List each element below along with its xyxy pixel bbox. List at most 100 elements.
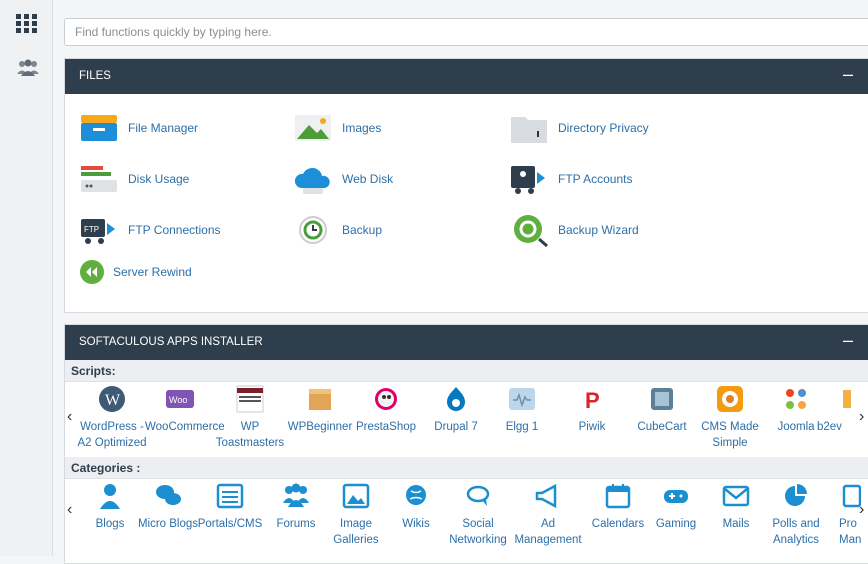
backup-icon: [299, 216, 327, 244]
script-label: PrestaShop: [355, 421, 417, 433]
script-label: WP Toastmasters: [215, 421, 285, 449]
megaphone-icon: [535, 483, 557, 509]
categories-prev-arrow[interactable]: ‹: [67, 501, 72, 519]
svg-text:W: W: [105, 392, 121, 409]
elgg-icon: [509, 388, 535, 410]
category-label: Social Networking: [449, 518, 507, 546]
folder-lock-icon: [511, 117, 547, 143]
script-label: WordPress - A2 Optimized: [77, 421, 147, 449]
softaculous-panel-header[interactable]: SOFTACULOUS APPS INSTALLER –: [65, 325, 868, 360]
wordpress-icon: W: [99, 386, 125, 412]
file-manager-label: File Manager: [128, 121, 199, 135]
globe-icon: [406, 485, 426, 505]
script-drupal[interactable]: Drupal 7: [421, 382, 491, 435]
collapse-icon[interactable]: –: [843, 330, 853, 351]
script-prestashop[interactable]: PrestaShop: [351, 382, 421, 435]
ftp-accounts-icon: [511, 166, 545, 194]
cubecart-icon: [651, 388, 673, 410]
category-project-management[interactable]: Pro Manag: [821, 481, 861, 548]
users-icon[interactable]: [16, 56, 40, 80]
category-label: Wikis: [402, 518, 430, 530]
script-label: Piwik: [578, 421, 606, 433]
softaculous-title: SOFTACULOUS APPS INSTALLER: [79, 336, 263, 348]
svg-text:P: P: [585, 388, 600, 413]
script-label: CMS Made Simple: [701, 421, 759, 449]
directory-privacy-label: Directory Privacy: [558, 121, 649, 135]
group-icon: [283, 483, 309, 507]
svg-text:FTP: FTP: [84, 225, 99, 234]
script-elgg[interactable]: Elgg 1: [487, 382, 557, 435]
script-label: b2ev: [817, 421, 842, 433]
joomla-icon: [786, 389, 806, 409]
backup-link[interactable]: Backup: [293, 213, 382, 247]
category-wikis[interactable]: Wikis: [381, 481, 451, 532]
script-woocommerce[interactable]: Woo WooCommerce: [145, 382, 225, 435]
pie-chart-icon: [785, 484, 807, 506]
backup-label: Backup: [342, 223, 383, 237]
wpbeginner-icon: [309, 389, 331, 410]
cloud-disk-icon: [294, 167, 330, 194]
category-label: Micro Blogs: [137, 518, 199, 530]
files-panel: FILES – File Manager Images Directory Pr…: [64, 58, 868, 313]
disk-usage-label: Disk Usage: [128, 172, 190, 186]
search-input[interactable]: Find functions quickly by typing here.: [64, 18, 868, 46]
script-cms-made-simple[interactable]: CMS Made Simple: [695, 382, 765, 451]
images-link[interactable]: Images: [293, 111, 381, 145]
piwik-icon: P: [585, 388, 600, 413]
category-micro-blogs[interactable]: Micro Blogs: [133, 481, 203, 532]
gamepad-icon: [664, 490, 688, 503]
svg-text:Woo: Woo: [169, 395, 187, 405]
toastmasters-icon: [236, 385, 264, 413]
script-wordpress[interactable]: W WordPress - A2 Optimized: [77, 382, 147, 451]
category-social-networking[interactable]: Social Networking: [443, 481, 513, 548]
script-label: Drupal 7: [434, 421, 478, 433]
calendar-icon: [605, 484, 631, 509]
scripts-next-arrow[interactable]: ›: [859, 408, 864, 426]
picture-icon: [342, 483, 370, 509]
script-cubecart[interactable]: CubeCart: [627, 382, 697, 435]
scripts-label: Scripts:: [65, 360, 868, 382]
left-rail: [0, 0, 53, 556]
ftp-accounts-link[interactable]: FTP Accounts: [509, 162, 632, 196]
scripts-prev-arrow[interactable]: ‹: [67, 408, 72, 426]
woocommerce-icon: Woo: [166, 390, 194, 408]
collapse-icon[interactable]: –: [843, 64, 853, 85]
category-label: Pro Manag: [839, 518, 861, 546]
scripts-row: ‹ W WordPress - A2 Optimized Woo WooComm…: [65, 382, 868, 457]
disk-usage-icon: [81, 166, 117, 192]
ftp-connections-label: FTP Connections: [128, 223, 221, 237]
app-grid-icon[interactable]: [16, 14, 40, 38]
files-panel-header[interactable]: FILES –: [65, 59, 868, 94]
script-wpbeginner[interactable]: WPBeginner: [285, 382, 355, 435]
envelope-icon: [722, 485, 750, 507]
server-rewind-link[interactable]: Server Rewind: [79, 259, 192, 285]
softaculous-panel: SOFTACULOUS APPS INSTALLER – Scripts: ‹ …: [64, 324, 868, 564]
categories-next-arrow[interactable]: ›: [859, 501, 864, 519]
script-wp-toastmasters[interactable]: WP Toastmasters: [215, 382, 285, 451]
images-label: Images: [342, 121, 382, 135]
clipboard-icon: [842, 484, 861, 508]
script-label: CubeCart: [637, 421, 687, 433]
web-disk-link[interactable]: Web Disk: [293, 162, 393, 196]
user-icon: [100, 484, 120, 509]
category-portals-cms[interactable]: Portals/CMS: [195, 481, 265, 532]
server-rewind-icon: [80, 260, 104, 284]
portal-icon: [216, 483, 244, 509]
script-piwik[interactable]: P Piwik: [557, 382, 627, 435]
files-title: FILES: [79, 70, 111, 82]
images-icon: [295, 115, 331, 141]
drupal-icon: [447, 387, 465, 411]
categories-label: Categories :: [65, 457, 868, 479]
ftp-connections-link[interactable]: FTP FTP Connections: [79, 213, 221, 247]
backup-wizard-link[interactable]: Backup Wizard: [509, 213, 639, 247]
ftp-accounts-label: FTP Accounts: [558, 172, 633, 186]
server-rewind-label: Server Rewind: [113, 265, 192, 279]
comments-icon: [466, 485, 490, 506]
category-label: Portals/CMS: [197, 518, 263, 530]
directory-privacy-link[interactable]: Directory Privacy: [509, 111, 649, 145]
disk-usage-link[interactable]: Disk Usage: [79, 162, 189, 196]
script-b2evolution[interactable]: b2ev: [817, 382, 857, 435]
script-label: Elgg 1: [505, 421, 539, 433]
file-manager-link[interactable]: File Manager: [79, 111, 198, 145]
category-ad-management[interactable]: Ad Management: [513, 481, 583, 548]
